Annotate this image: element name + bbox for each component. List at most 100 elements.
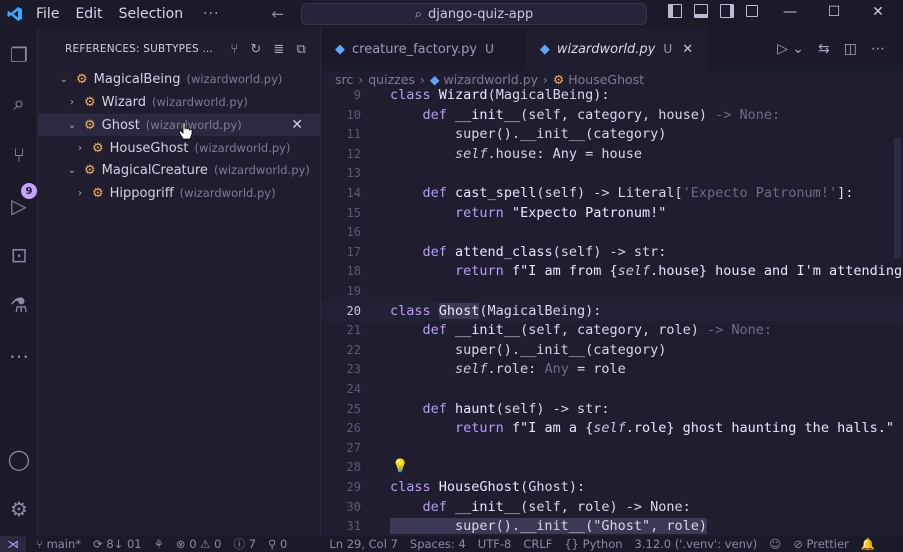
customize-layout-icon[interactable] (746, 5, 758, 17)
toggle-panel-icon[interactable] (694, 4, 708, 18)
notifications-icon[interactable]: 🔔 (861, 537, 875, 551)
ports-icon: ⚲ (267, 537, 281, 551)
info-label: 7 (248, 537, 256, 551)
lightbulb-icon[interactable]: 💡 (392, 459, 408, 474)
run-debug-icon[interactable]: ▷ (6, 193, 32, 219)
class-icon: ⚙ (92, 140, 104, 156)
prettier-status[interactable]: ⊘ Prettier (793, 537, 849, 551)
code-line: 19 (321, 282, 903, 302)
dismiss-icon[interactable]: ✕ (291, 117, 303, 133)
compare-changes-icon[interactable]: ⇆ (818, 41, 830, 57)
breadcrumb-item[interactable]: quizzes (368, 72, 415, 87)
line-number: 10 (346, 107, 361, 122)
collapse-all-icon[interactable]: ⧉ (297, 42, 306, 57)
toggle-primary-sidebar-icon[interactable] (668, 4, 682, 18)
breadcrumb-item[interactable]: HouseGhost (568, 72, 644, 87)
problems-status[interactable]: ⊗ 0 ⚠ 0 (176, 537, 222, 551)
tree-item-file: (wizardworld.py) (213, 163, 310, 177)
clear-icon[interactable]: ≣ (273, 42, 284, 57)
code-line: 27 (321, 439, 903, 459)
tree-item-file: (wizardworld.py) (152, 95, 248, 109)
chevron-right-icon[interactable]: › (74, 188, 86, 199)
tree-item-label: MagicalBeing (93, 71, 181, 87)
settings-gear-icon[interactable]: ⚙ (6, 496, 32, 522)
testing-icon[interactable]: ⚗ (6, 292, 32, 318)
branch-icon: ⑂ (36, 537, 47, 551)
scrollbar-thumb[interactable] (894, 138, 901, 258)
language-mode[interactable]: {} Python (564, 537, 622, 551)
chevron-down-icon[interactable]: ⌄ (66, 165, 78, 176)
chevron-down-icon[interactable]: ⌄ (58, 74, 70, 85)
cursor-position[interactable]: Ln 29, Col 7 (329, 537, 398, 551)
maximize-icon[interactable]: ☐ (812, 4, 856, 20)
remote-explorer-icon[interactable]: ⊡ (6, 242, 32, 268)
close-window-icon[interactable]: ✕ (856, 4, 900, 20)
tree-item-hippogriff[interactable]: › ⚙ Hippogriff (wizardworld.py) (38, 182, 321, 204)
tree-item-label: Wizard (101, 94, 146, 110)
chevron-right-icon[interactable]: › (66, 97, 78, 108)
line-number: 21 (346, 323, 361, 338)
type-hierarchy-icon[interactable]: ⑂ (230, 42, 238, 57)
close-tab-icon[interactable]: ✕ (682, 42, 693, 57)
encoding[interactable]: UTF-8 (478, 537, 512, 551)
menu-more-icon[interactable]: ··· (191, 6, 231, 22)
code-line: 18 return f"I am from {self.house} house… (321, 262, 903, 282)
tree-item-magicalbeing[interactable]: ⌄ ⚙ MagicalBeing (wizardworld.py) (38, 68, 321, 90)
info-status[interactable]: ⓘ 7 (233, 536, 255, 552)
tab-wizardworld[interactable]: ◆ wizardworld.py U ✕ (525, 28, 708, 70)
back-arrow-icon[interactable]: ← (271, 5, 284, 23)
line-number: 22 (346, 342, 361, 357)
accounts-icon[interactable]: ◯ (6, 446, 32, 472)
code-line: 14 def cast_spell(self) -> Literal['Expe… (321, 184, 903, 204)
search-icon[interactable]: ⌕ (6, 90, 32, 116)
end-of-line[interactable]: CRLF (523, 537, 552, 551)
class-icon: ⚙ (84, 94, 96, 110)
class-icon: ⚙ (84, 162, 96, 178)
git-branch[interactable]: ⑂ main* (36, 537, 81, 551)
breadcrumb-item[interactable]: src (335, 72, 353, 87)
menu-edit[interactable]: Edit (67, 6, 110, 22)
code-line: 21 def __init__(self, category, role) ->… (321, 321, 903, 341)
tab-creature-factory[interactable]: ◆ creature_factory.py U (321, 28, 508, 70)
line-number: 15 (346, 205, 361, 220)
line-number: 20 (346, 303, 361, 318)
tree-item-magicalcreature[interactable]: ⌄ ⚙ MagicalCreature (wizardworld.py) (38, 159, 321, 181)
chevron-right-icon: › (419, 71, 425, 87)
refresh-icon[interactable]: ↻ (250, 42, 261, 57)
sync-status[interactable]: ⟳ 8↓ 01 (93, 537, 142, 551)
menu-selection[interactable]: Selection (111, 6, 192, 22)
tree-item-wizard[interactable]: › ⚙ Wizard (wizardworld.py) (38, 91, 321, 113)
breadcrumb-item[interactable]: wizardworld.py (444, 72, 539, 87)
code-line: 30 def __init__(self, role) -> None: (321, 498, 903, 518)
run-file-icon[interactable]: ▷ ⌄ (777, 41, 804, 57)
command-center-search[interactable]: ⌕ django-quiz-app (301, 3, 647, 25)
split-editor-icon[interactable]: ◫ (844, 41, 857, 57)
copilot-icon[interactable]: ☺ (769, 537, 781, 551)
explorer-icon[interactable]: ❐ (6, 42, 32, 68)
chevron-right-icon[interactable]: › (74, 143, 86, 154)
command-center-text: django-quiz-app (427, 6, 534, 22)
class-icon: ⚙ (92, 185, 104, 201)
python-interpreter[interactable]: 3.12.0 ('.venv': venv) (635, 537, 758, 551)
tree-item-label: Hippogriff (109, 185, 174, 201)
code-line: 25 def haunt(self) -> str: (321, 400, 903, 420)
language-label: Python (582, 537, 623, 551)
more-views-icon[interactable]: ⋯ (6, 343, 32, 369)
ports-status[interactable]: ⚲ 0 (268, 537, 287, 551)
line-number: 31 (346, 519, 361, 534)
code-line: 26 return f"I am a {self.role} ghost hau… (321, 419, 903, 439)
chevron-down-icon[interactable]: ⌄ (66, 120, 78, 131)
line-number: 25 (346, 401, 361, 416)
editor-scrollbar[interactable] (893, 88, 903, 536)
toggle-secondary-sidebar-icon[interactable] (720, 4, 734, 18)
minimize-icon[interactable]: — (768, 4, 812, 20)
more-actions-icon[interactable]: ⋯ (871, 41, 885, 57)
source-control-icon[interactable]: ⑂ (6, 142, 32, 168)
code-editor[interactable]: 9 class Wizard(MagicalBeing): 10 def __in… (321, 88, 903, 536)
chevron-right-icon: › (358, 71, 364, 87)
remote-indicator-icon[interactable]: ⋊ (0, 536, 26, 552)
indentation[interactable]: Spaces: 4 (410, 537, 466, 551)
class-icon: ⚙ (84, 117, 96, 133)
live-share-icon[interactable]: ⚘ (154, 537, 164, 551)
menu-file[interactable]: File (28, 6, 67, 22)
